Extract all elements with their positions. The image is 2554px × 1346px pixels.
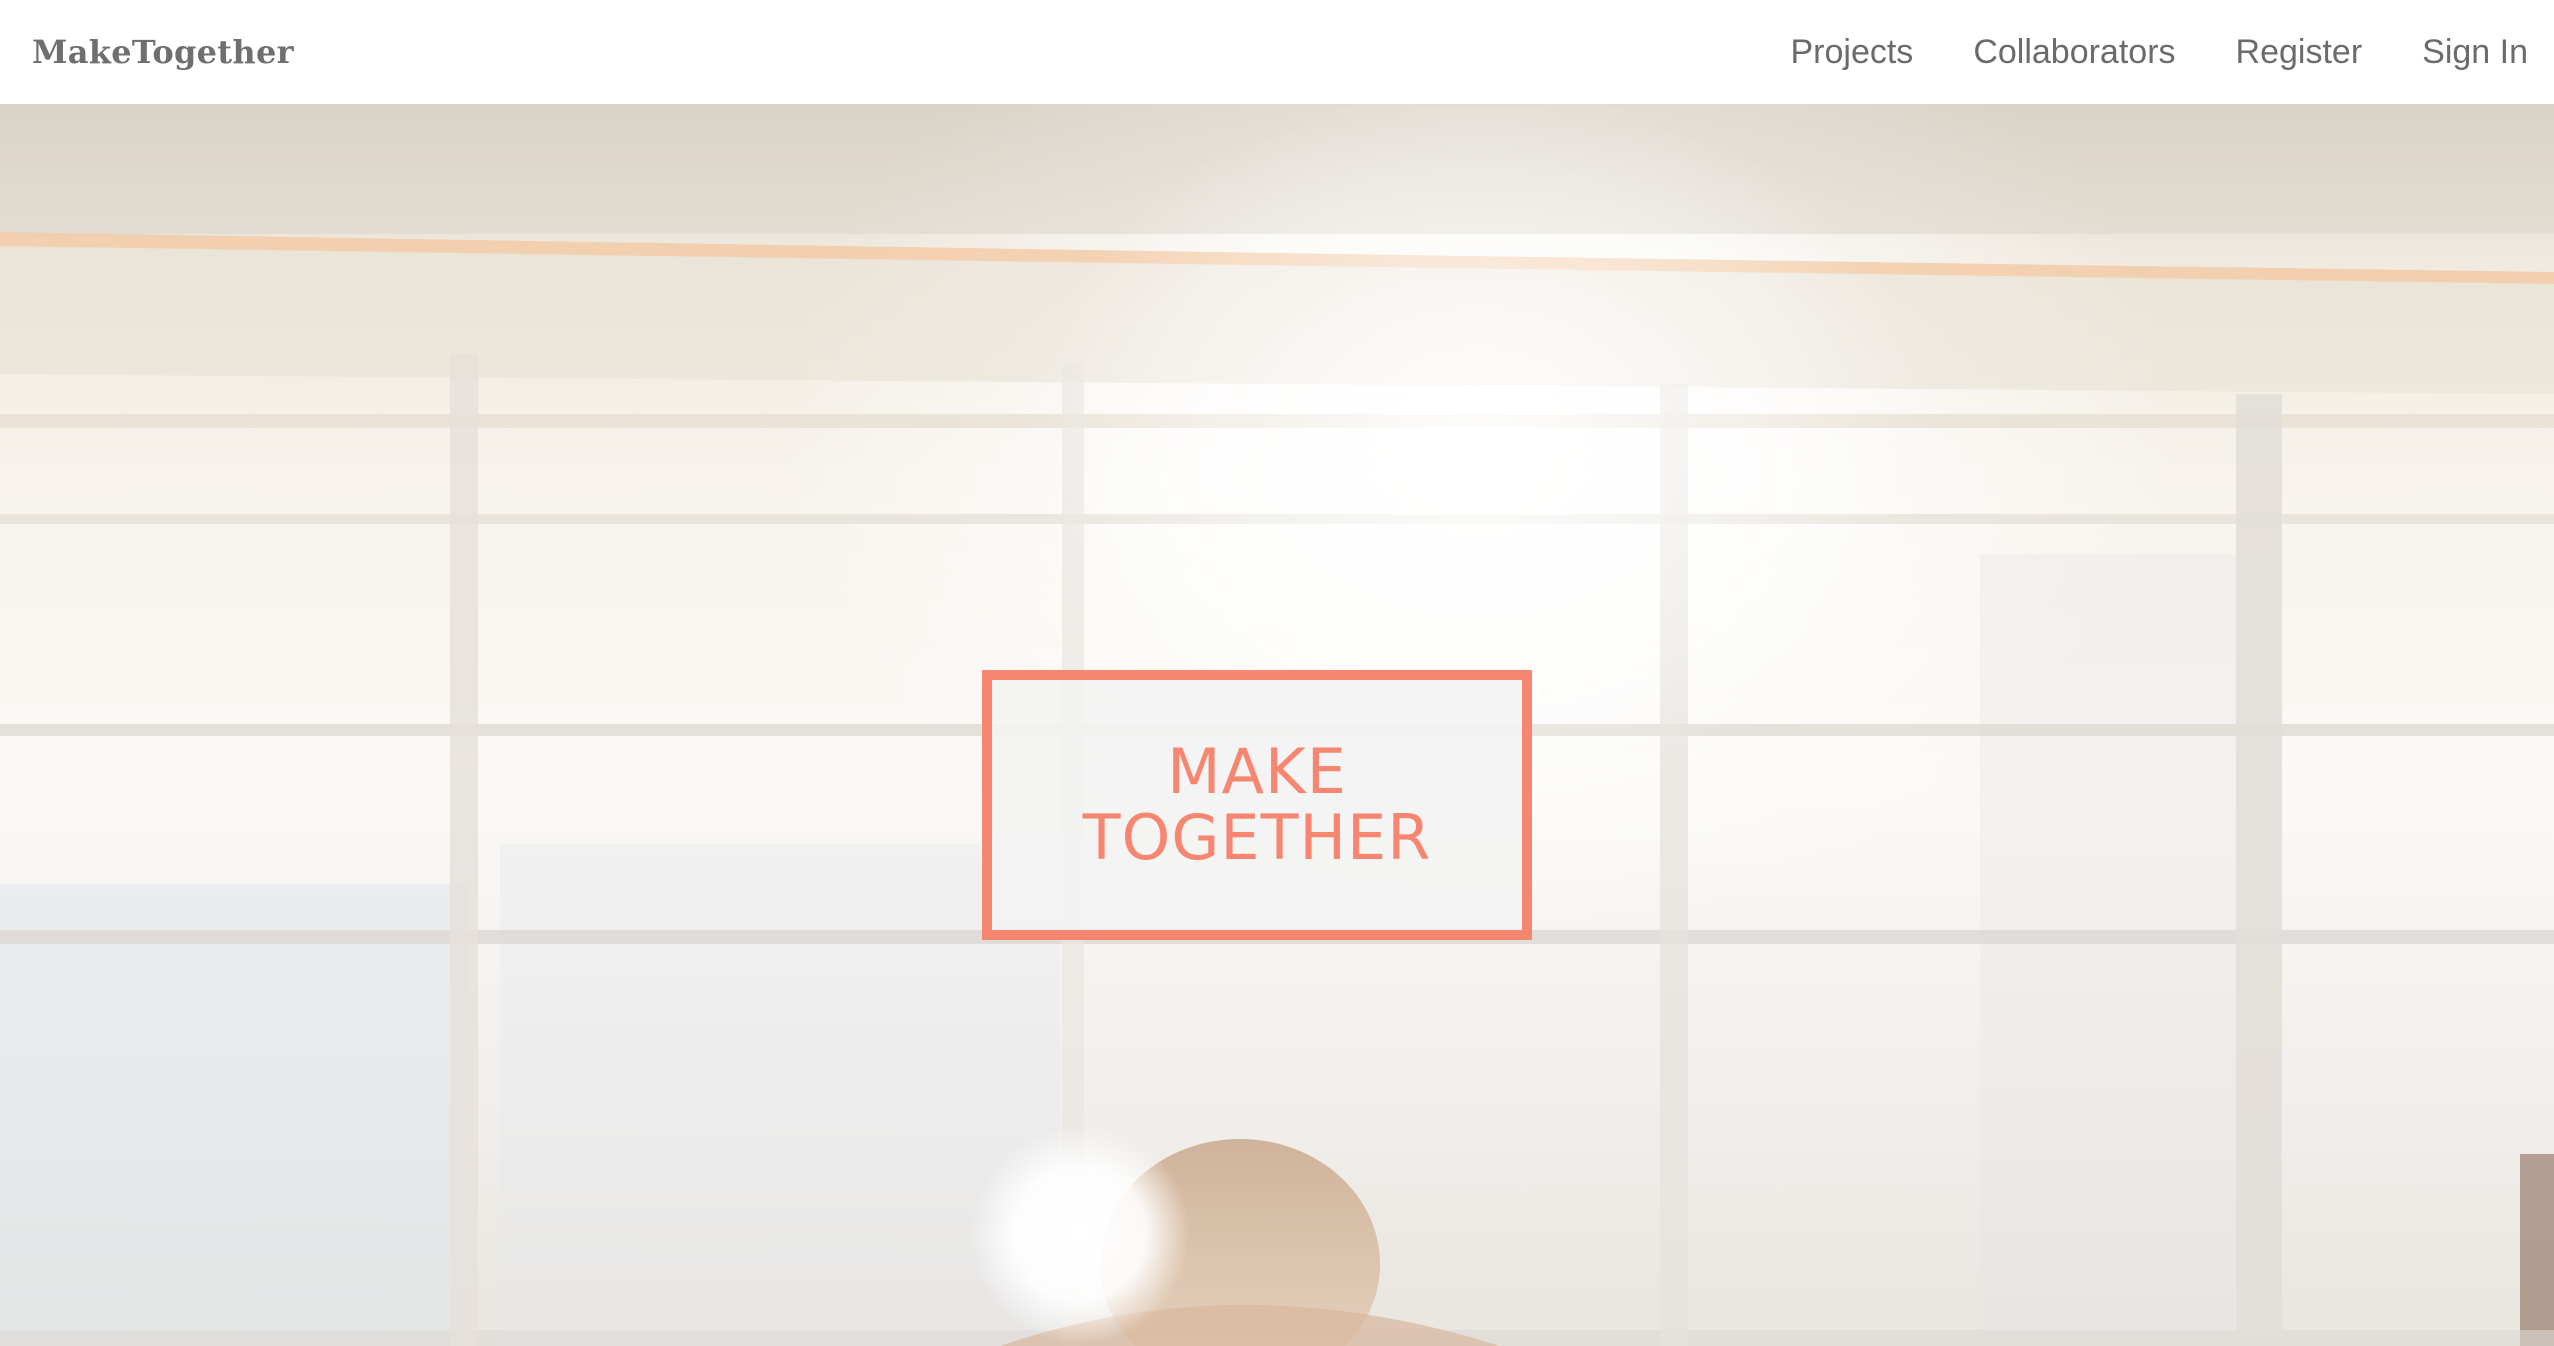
nav-link-sign-in[interactable]: Sign In — [2422, 33, 2528, 72]
main-nav: Projects Collaborators Register Sign In — [1730, 0, 2528, 104]
hero-title-box: MAKE TOGETHER — [982, 670, 1532, 940]
nav-link-collaborators[interactable]: Collaborators — [1973, 33, 2175, 72]
nav-link-projects[interactable]: Projects — [1790, 33, 1913, 72]
hero-section: MAKE TOGETHER — [0, 104, 2554, 1346]
hero-title-line-1: MAKE — [1167, 735, 1347, 808]
brand-logo[interactable]: MakeTogether — [32, 33, 294, 71]
navbar: MakeTogether Projects Collaborators Regi… — [0, 0, 2554, 104]
hero-title-line-2: TOGETHER — [1082, 801, 1432, 874]
nav-link-register[interactable]: Register — [2236, 33, 2363, 72]
